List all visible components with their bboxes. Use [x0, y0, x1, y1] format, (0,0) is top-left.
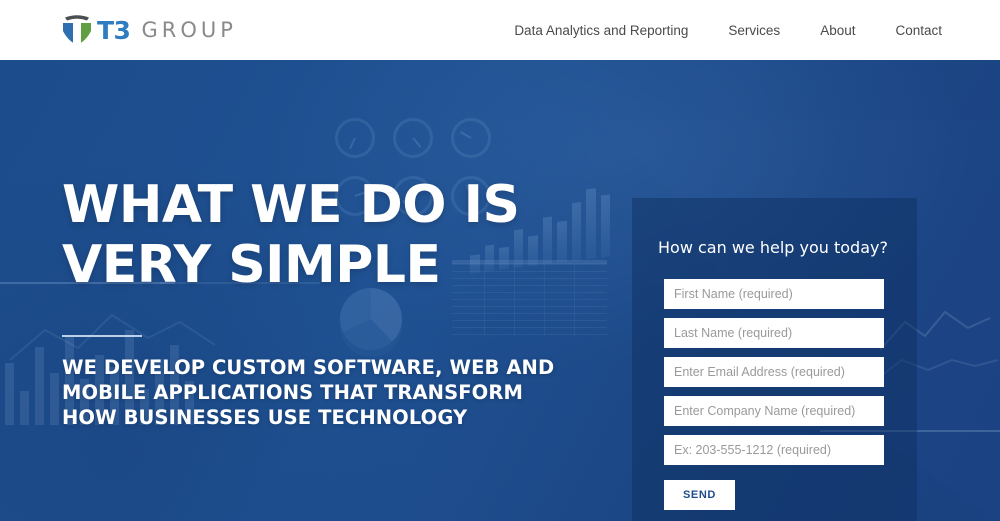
- first-name-input[interactable]: [664, 279, 884, 309]
- send-button[interactable]: SEND: [664, 480, 735, 510]
- main-navigation: Data Analytics and Reporting Services Ab…: [514, 23, 942, 38]
- form-fields: [664, 279, 917, 465]
- t3-shield-icon: [60, 14, 94, 46]
- hero-subheadline-line-1: WE DEVELOP CUSTOM SOFTWARE, WEB AND: [62, 356, 555, 379]
- hero-section: WHAT WE DO IS VERY SIMPLE WE DEVELOP CUS…: [0, 60, 1000, 521]
- logo[interactable]: T3 GROUP: [60, 14, 237, 46]
- landing-page: T3 GROUP Data Analytics and Reporting Se…: [0, 0, 1000, 521]
- hero-subheadline-line-3: HOW BUSINESSES USE TECHNOLOGY: [62, 406, 468, 429]
- nav-item-contact[interactable]: Contact: [895, 23, 942, 38]
- logo-suffix-text: GROUP: [141, 17, 237, 42]
- company-name-input[interactable]: [664, 396, 884, 426]
- phone-input[interactable]: [664, 435, 884, 465]
- hero-headline: WHAT WE DO IS VERY SIMPLE: [62, 175, 582, 295]
- last-name-input[interactable]: [664, 318, 884, 348]
- nav-item-data-analytics-and-reporting[interactable]: Data Analytics and Reporting: [514, 23, 688, 38]
- nav-item-about[interactable]: About: [820, 23, 855, 38]
- hero-divider: [62, 335, 142, 337]
- hero-subheadline: WE DEVELOP CUSTOM SOFTWARE, WEB AND MOBI…: [62, 355, 582, 430]
- hero-copy: WHAT WE DO IS VERY SIMPLE WE DEVELOP CUS…: [62, 175, 582, 430]
- hero-headline-line-2: VERY SIMPLE: [62, 235, 441, 295]
- nav-item-services[interactable]: Services: [728, 23, 780, 38]
- contact-form-panel: How can we help you today? SEND: [632, 198, 917, 521]
- hero-headline-line-1: WHAT WE DO IS: [62, 175, 520, 235]
- logo-brand-text: T3: [97, 15, 131, 45]
- form-title: How can we help you today?: [658, 238, 888, 257]
- site-header: T3 GROUP Data Analytics and Reporting Se…: [0, 0, 1000, 60]
- hero-subheadline-line-2: MOBILE APPLICATIONS THAT TRANSFORM: [62, 381, 523, 404]
- email-input[interactable]: [664, 357, 884, 387]
